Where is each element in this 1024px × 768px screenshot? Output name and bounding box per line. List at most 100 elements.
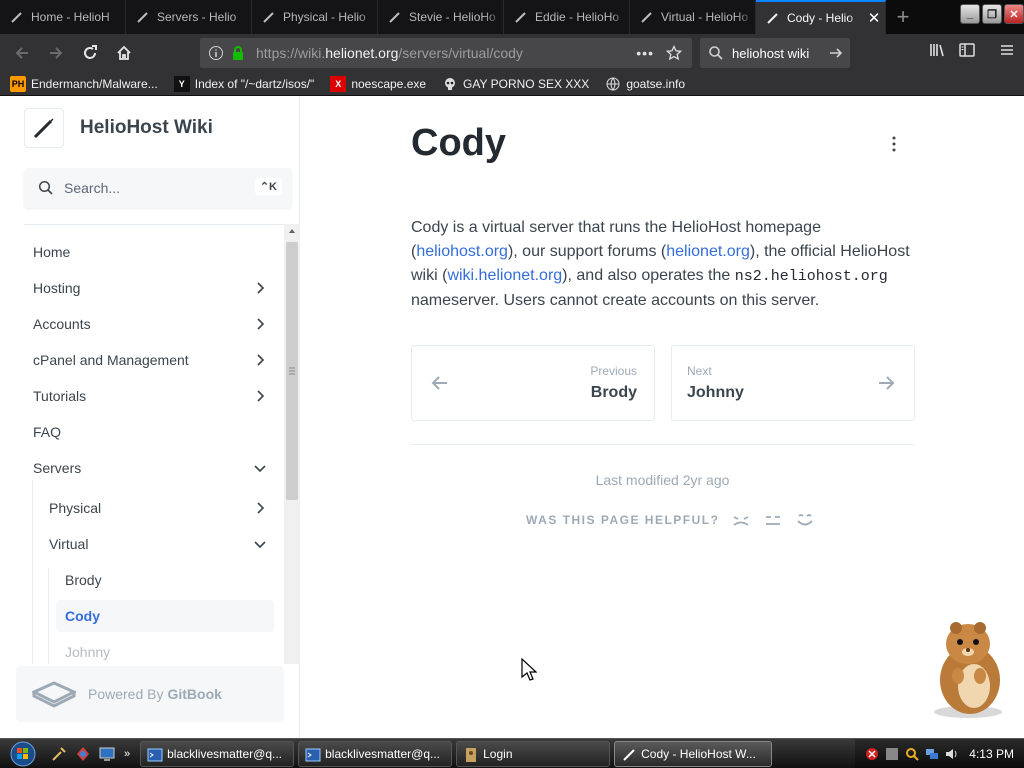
- y-favicon-icon: Y: [173, 75, 190, 92]
- start-button[interactable]: [0, 739, 46, 768]
- pen-favicon-icon: [137, 12, 148, 23]
- quicklaunch-item[interactable]: [96, 743, 118, 765]
- terminal-icon: [305, 748, 321, 761]
- sidebar-divider: [24, 224, 292, 225]
- volume-icon[interactable]: [945, 747, 959, 761]
- minimize-button[interactable]: _: [960, 4, 980, 24]
- go-arrow-icon[interactable]: [828, 45, 844, 61]
- sidebar-item[interactable]: Hosting: [24, 272, 268, 304]
- window-close-button[interactable]: ✕: [1004, 4, 1024, 24]
- scroll-up-arrow-icon[interactable]: [284, 224, 300, 238]
- quicklaunch-item[interactable]: [72, 743, 94, 765]
- browser-tab[interactable]: Cody - Helio ✕: [756, 0, 886, 34]
- sidebar-item[interactable]: Brody: [56, 564, 268, 596]
- taskbar-button[interactable]: Cody - HelioHost W...: [614, 740, 773, 767]
- browser-tab[interactable]: Home - HelioH: [0, 0, 126, 34]
- bookmark-item[interactable]: Xnoescape.exe: [330, 75, 426, 92]
- page-title: Cody: [411, 122, 506, 164]
- sad-face-icon[interactable]: [731, 512, 751, 528]
- reload-button[interactable]: [74, 37, 106, 69]
- taskbar-button-label: Cody - HelioHost W...: [641, 746, 756, 761]
- os-taskbar: » blacklivesmatter@q... blacklivesmatter@…: [0, 738, 1024, 768]
- url-bar[interactable]: https://wiki. helionet.org/servers/virtua…: [200, 38, 692, 68]
- tab-label: Cody - Helio: [787, 11, 854, 25]
- browser-tab[interactable]: Servers - Helio: [126, 0, 252, 34]
- sidebar-item[interactable]: Accounts: [24, 308, 268, 340]
- happy-face-icon[interactable]: [795, 512, 815, 528]
- helionet-link[interactable]: helionet.org: [666, 243, 750, 260]
- previous-page-link[interactable]: Previous Brody: [411, 345, 655, 421]
- forward-button[interactable]: [40, 37, 72, 69]
- lock-icon[interactable]: [230, 45, 246, 61]
- sidebar-toggle-icon[interactable]: [958, 41, 976, 59]
- clock[interactable]: 4:13 PM: [969, 747, 1014, 761]
- magnifier-tray-icon[interactable]: [905, 747, 920, 761]
- sidebar-item-label: Servers: [33, 460, 82, 476]
- sidebar-item[interactable]: Home: [24, 236, 268, 268]
- quicklaunch-overflow[interactable]: »: [124, 748, 130, 760]
- home-button[interactable]: [108, 37, 140, 69]
- quicklaunch-item[interactable]: [48, 743, 70, 765]
- site-title[interactable]: HelioHost Wiki: [80, 117, 213, 139]
- wiki-helionet-link[interactable]: wiki.helionet.org: [447, 267, 562, 284]
- taskbar-button[interactable]: blacklivesmatter@q...: [298, 740, 453, 767]
- info-icon[interactable]: [208, 45, 224, 61]
- search-field[interactable]: heliohost wiki: [700, 38, 850, 68]
- sidebar-item[interactable]: Cody: [56, 600, 274, 632]
- chevron-down-icon[interactable]: [252, 536, 268, 552]
- security-alert-icon[interactable]: [865, 747, 879, 761]
- chevron-right-icon[interactable]: [252, 352, 268, 368]
- content-divider: [411, 444, 914, 445]
- chevron-down-icon[interactable]: [252, 460, 268, 476]
- sidebar-item[interactable]: FAQ: [24, 416, 268, 448]
- browser-tab[interactable]: Physical - Helio: [252, 0, 378, 34]
- page-actions-button[interactable]: •••: [636, 45, 654, 61]
- chevron-right-icon[interactable]: [252, 388, 268, 404]
- sidebar-scrollbar[interactable]: [284, 224, 300, 664]
- back-button[interactable]: [6, 37, 38, 69]
- powered-by-gitbook[interactable]: Powered By GitBook: [16, 666, 284, 722]
- neutral-face-icon[interactable]: [763, 512, 783, 528]
- hamburger-menu-icon[interactable]: [998, 41, 1016, 59]
- browser-tab[interactable]: Stevie - HelioHo: [378, 0, 504, 34]
- tab-label: Eddie - HelioHo: [535, 10, 620, 24]
- taskbar-button[interactable]: blacklivesmatter@q...: [140, 740, 295, 767]
- network-tray-icon[interactable]: [925, 747, 939, 761]
- tab-close-button[interactable]: ✕: [863, 9, 885, 27]
- powered-by-label: Powered By: [88, 686, 164, 702]
- sidebar-item[interactable]: cPanel and Management: [24, 344, 268, 376]
- heliohost-link[interactable]: heliohost.org: [416, 243, 508, 260]
- browser-tab[interactable]: Eddie - HelioHo: [504, 0, 630, 34]
- bookmark-item[interactable]: PH Endermanch/Malware...: [10, 75, 158, 92]
- site-logo[interactable]: [24, 108, 64, 148]
- next-page-link[interactable]: Next Johnny: [671, 345, 915, 421]
- taskbar-button[interactable]: Login: [456, 740, 611, 767]
- sidebar-item[interactable]: Tutorials: [24, 380, 268, 412]
- bookmark-item[interactable]: GAY PORNO SEX XXX: [442, 76, 589, 92]
- tray-app-icon[interactable]: [885, 747, 899, 761]
- sidebar-item[interactable]: Virtual: [40, 528, 268, 560]
- browser-tab[interactable]: Virtual - HelioHo: [630, 0, 756, 34]
- pen-favicon-icon: [515, 12, 526, 23]
- chevron-right-icon[interactable]: [252, 500, 268, 516]
- nameserver-code: ns2.heliohost.org: [734, 268, 888, 285]
- maximize-button[interactable]: ❐: [982, 4, 1002, 24]
- scrollbar-thumb[interactable]: [286, 242, 298, 500]
- bookmark-star-icon[interactable]: [666, 45, 682, 61]
- sidebar-item[interactable]: Servers: [24, 452, 268, 484]
- url-prefix: https://wiki.: [256, 45, 326, 61]
- chevron-right-icon[interactable]: [252, 280, 268, 296]
- sidebar-item[interactable]: Johnny: [56, 636, 268, 664]
- library-icon[interactable]: [928, 41, 946, 59]
- new-tab-button[interactable]: +: [886, 0, 920, 34]
- search-placeholder: Search...: [64, 180, 121, 196]
- bookmark-item[interactable]: Y Index of "/~dartz/isos/": [173, 75, 314, 92]
- page-options-button[interactable]: [886, 134, 902, 154]
- sidebar-item[interactable]: Physical: [40, 492, 268, 524]
- chevron-right-icon[interactable]: [252, 316, 268, 332]
- web-page: HelioHost Wiki Search... ⌃K Home Hosting A…: [0, 96, 1024, 738]
- wiki-search-input[interactable]: Search... ⌃K: [24, 168, 292, 208]
- bookmark-item[interactable]: goatse.info: [605, 76, 685, 92]
- hamster-mascot-icon: [934, 622, 1002, 718]
- reload-icon: [84, 45, 97, 59]
